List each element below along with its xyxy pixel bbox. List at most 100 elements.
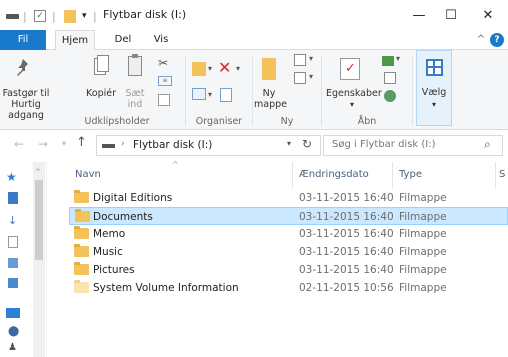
column-separator-3[interactable]	[495, 162, 496, 188]
properties-button[interactable]: Egenskaber ▾	[326, 88, 382, 110]
nav-scrollbar[interactable]: ^	[33, 162, 45, 357]
search-placeholder: Søg i Flytbar disk (I:)	[332, 139, 436, 150]
scroll-up-icon[interactable]: ^	[35, 168, 41, 176]
quick-access-icon[interactable]: ★	[6, 170, 17, 184]
edit-icon[interactable]	[384, 72, 396, 84]
move-to-dropdown-icon[interactable]: ▾	[208, 64, 212, 73]
column-name[interactable]: Navn	[75, 165, 101, 185]
maximize-button[interactable]: ☐	[437, 4, 465, 26]
folder-icon	[75, 209, 90, 222]
new-item-dropdown-icon[interactable]: ▾	[309, 54, 313, 63]
recent-locations-icon[interactable]: ▾	[62, 139, 66, 148]
delete-icon[interactable]: ✕	[218, 58, 231, 77]
column-separator[interactable]	[292, 162, 293, 188]
scrollbar-thumb[interactable]	[35, 180, 43, 260]
copy-button[interactable]: Kopiér	[84, 88, 118, 99]
list-item[interactable]: Digital Editions 03-11-2015 16:40 Filmap…	[69, 189, 508, 207]
tab-file[interactable]: Fil	[0, 30, 46, 50]
file-list: ^ Navn Ændringsdato Type S Digital Editi…	[47, 160, 508, 357]
drive-icon[interactable]	[6, 9, 19, 23]
open-dropdown-icon[interactable]: ▾	[396, 54, 400, 63]
path-segment[interactable]: Flytbar disk (I:)	[133, 139, 212, 151]
file-name: Documents	[93, 211, 153, 223]
search-icon[interactable]: ⌕	[484, 137, 491, 152]
help-icon[interactable]: ?	[490, 33, 504, 47]
homegroup-nav-icon[interactable]: ♟	[8, 342, 17, 353]
downloads-nav-icon[interactable]: ↓	[8, 214, 17, 227]
back-icon[interactable]: ←	[14, 137, 24, 151]
copy-to-icon[interactable]	[192, 88, 206, 100]
minimize-button[interactable]: —	[405, 4, 433, 26]
window-title: Flytbar disk (I:)	[103, 8, 187, 21]
forward-icon[interactable]: →	[38, 137, 48, 151]
easy-access-dropdown-icon[interactable]: ▾	[309, 72, 313, 81]
sort-indicator-icon: ^	[172, 160, 179, 169]
pin-quick-access-button[interactable]: Fastgør til Hurtig adgang	[0, 88, 52, 121]
copy-path-icon[interactable]: ≡	[158, 76, 172, 86]
folder-icon	[74, 244, 89, 257]
address-dropdown-icon[interactable]: ▾	[287, 139, 291, 148]
group-clipboard-label: Udklipsholder	[84, 116, 150, 127]
move-to-icon[interactable]	[192, 62, 206, 76]
rename-icon[interactable]	[220, 88, 232, 102]
title-bar: | ✓ | ▾ | Flytbar disk (I:) — ☐ ✕	[0, 0, 508, 30]
tab-share[interactable]: Del	[108, 30, 138, 50]
address-bar[interactable]: › Flytbar disk (I:) ▾ ↻	[96, 135, 321, 156]
new-folder-button[interactable]: Ny mappe	[254, 88, 287, 110]
file-date: 02-11-2015 10:56	[299, 282, 394, 294]
close-button[interactable]: ✕	[474, 4, 502, 26]
column-size[interactable]: S	[499, 165, 505, 185]
file-name: Digital Editions	[93, 192, 173, 204]
this-pc-nav-icon[interactable]	[6, 308, 20, 318]
file-date: 03-11-2015 16:40	[299, 246, 394, 258]
file-name: Music	[93, 246, 123, 258]
file-date: 03-11-2015 16:40	[299, 264, 394, 276]
refresh-icon[interactable]: ↻	[302, 137, 312, 151]
open-icon[interactable]	[382, 56, 394, 66]
folder-icon	[74, 226, 89, 239]
copy-to-dropdown-icon[interactable]: ▾	[208, 90, 212, 99]
properties-qa-icon[interactable]: ✓	[34, 9, 46, 23]
qa-separator-3: |	[93, 9, 97, 23]
group-open-label: Åbn	[357, 116, 377, 127]
file-type: Filmappe	[399, 264, 447, 276]
search-input[interactable]: Søg i Flytbar disk (I:) ⌕	[323, 135, 503, 156]
new-folder-qa-icon[interactable]	[64, 9, 76, 23]
new-item-icon[interactable]	[294, 54, 306, 66]
list-item[interactable]: Memo 03-11-2015 16:40 Filmappe	[69, 225, 508, 243]
folder-icon	[74, 280, 89, 293]
cut-icon[interactable]: ✂	[158, 56, 168, 70]
tab-home[interactable]: Hjem	[55, 30, 95, 51]
column-type[interactable]: Type	[399, 165, 422, 185]
list-item[interactable]: Pictures 03-11-2015 16:40 Filmappe	[69, 261, 508, 279]
select-button[interactable]: Vælg ▾	[416, 50, 452, 126]
easy-access-icon[interactable]	[294, 72, 306, 84]
file-name: Memo	[93, 228, 126, 240]
list-item[interactable]: System Volume Information 02-11-2015 10:…	[69, 279, 508, 297]
column-date[interactable]: Ændringsdato	[299, 165, 369, 185]
collapse-ribbon-icon[interactable]: ^	[474, 30, 488, 50]
path-chevron-icon[interactable]: ›	[121, 139, 125, 149]
paste-button[interactable]: Sæt ind	[120, 88, 150, 110]
address-bar-area: ← → ▾ ↑ › Flytbar disk (I:) ▾ ↻ Søg i Fl…	[0, 130, 508, 162]
pin-label-2: Hurtig adgang	[8, 99, 44, 121]
new-folder-icon	[262, 58, 276, 80]
pictures-nav-icon[interactable]	[8, 258, 18, 268]
list-item[interactable]: Music 03-11-2015 16:40 Filmappe	[69, 243, 508, 261]
up-icon[interactable]: ↑	[76, 135, 87, 150]
properties-icon: ✓	[340, 58, 360, 80]
tab-view[interactable]: Vis	[146, 30, 176, 50]
videos-nav-icon[interactable]	[8, 278, 18, 288]
delete-dropdown-icon[interactable]: ▾	[236, 64, 240, 73]
column-separator-2[interactable]	[392, 162, 393, 188]
paste-shortcut-icon[interactable]	[158, 94, 170, 106]
customize-qa-icon[interactable]: ▾	[82, 9, 87, 23]
documents-nav-icon[interactable]	[8, 236, 18, 248]
desktop-nav-icon[interactable]	[8, 192, 18, 204]
ribbon: Fastgør til Hurtig adgang Kopiér Sæt ind…	[0, 50, 508, 130]
history-icon[interactable]	[384, 90, 396, 102]
group-organize-label: Organiser	[195, 116, 243, 127]
list-item-selected[interactable]: Documents 03-11-2015 16:40 Filmappe	[69, 207, 508, 225]
new-folder-label-1: Ny	[262, 88, 276, 99]
network-nav-icon[interactable]: ⬤	[8, 326, 19, 337]
